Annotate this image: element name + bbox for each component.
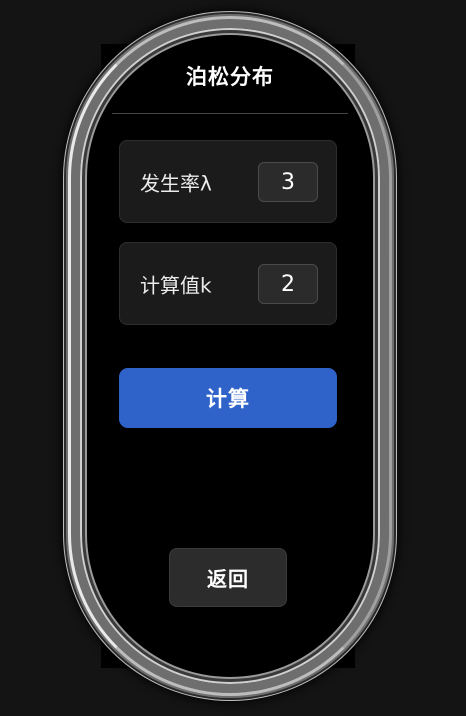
- watch-stage: 泊松分布 发生率λ 3 计算值k 2 计算 返回: [0, 0, 466, 716]
- watch-bezel: [66, 14, 394, 698]
